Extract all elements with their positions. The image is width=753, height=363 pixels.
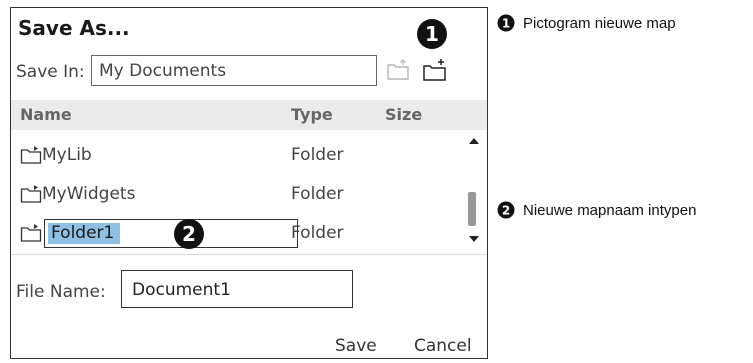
list-item-type: Folder: [291, 145, 344, 165]
list-item-editing[interactable]: Folder1 2 Folder: [11, 214, 461, 252]
legend-item-1: 1 Pictogram nieuwe map: [497, 14, 676, 32]
column-name[interactable]: Name: [20, 105, 72, 124]
legend-marker-1: 1: [497, 14, 515, 32]
list-item[interactable]: MyLib Folder: [11, 136, 461, 174]
callout-marker-1-number: 1: [425, 22, 439, 46]
legend-text-1: Pictogram nieuwe map: [523, 14, 676, 32]
scroll-down-arrow-icon[interactable]: [469, 236, 479, 242]
column-type[interactable]: Type: [291, 105, 333, 124]
callout-marker-2-number: 2: [182, 222, 196, 246]
legend-marker-2-number: 2: [502, 204, 510, 218]
dialog-title: Save As...: [18, 16, 130, 40]
folder-icon: [20, 185, 42, 203]
save-as-dialog: Save As... 1 Save In: My Documents Name …: [10, 7, 488, 359]
save-button[interactable]: Save: [335, 336, 377, 356]
column-size[interactable]: Size: [385, 105, 422, 124]
scroll-thumb[interactable]: [468, 192, 476, 226]
legend-item-2: 2 Nieuwe mapnaam intypen: [497, 201, 696, 219]
callout-marker-1: 1: [417, 19, 447, 49]
new-folder-icon[interactable]: [422, 58, 448, 82]
folder-up-icon[interactable]: [386, 59, 410, 81]
list-header: Name Type Size: [11, 100, 487, 130]
divider: [11, 254, 487, 255]
list-item-name: MyWidgets: [42, 184, 136, 204]
folder-icon: [20, 224, 42, 242]
file-name-field[interactable]: Document1: [121, 270, 353, 308]
cancel-button[interactable]: Cancel: [414, 336, 472, 356]
legend-marker-1-number: 1: [502, 17, 510, 31]
save-in-field[interactable]: My Documents: [91, 55, 377, 86]
list-item-name: MyLib: [42, 145, 92, 165]
list-scrollbar[interactable]: [461, 130, 487, 251]
file-name-label: File Name:: [16, 282, 106, 302]
folder-icon: [20, 146, 42, 164]
file-list: MyLib Folder MyWidgets Folder Folder1 2: [11, 130, 487, 251]
list-item-type: Folder: [291, 223, 344, 243]
folder-name-input[interactable]: Folder1: [44, 219, 298, 248]
save-in-label: Save In:: [16, 62, 85, 82]
list-item-type: Folder: [291, 184, 344, 204]
scroll-up-arrow-icon[interactable]: [469, 138, 479, 144]
list-item[interactable]: MyWidgets Folder: [11, 175, 461, 213]
legend-marker-2: 2: [497, 201, 515, 219]
callout-marker-2: 2: [174, 219, 204, 249]
folder-name-selection: Folder1: [48, 223, 121, 244]
legend-text-2: Nieuwe mapnaam intypen: [523, 201, 697, 219]
